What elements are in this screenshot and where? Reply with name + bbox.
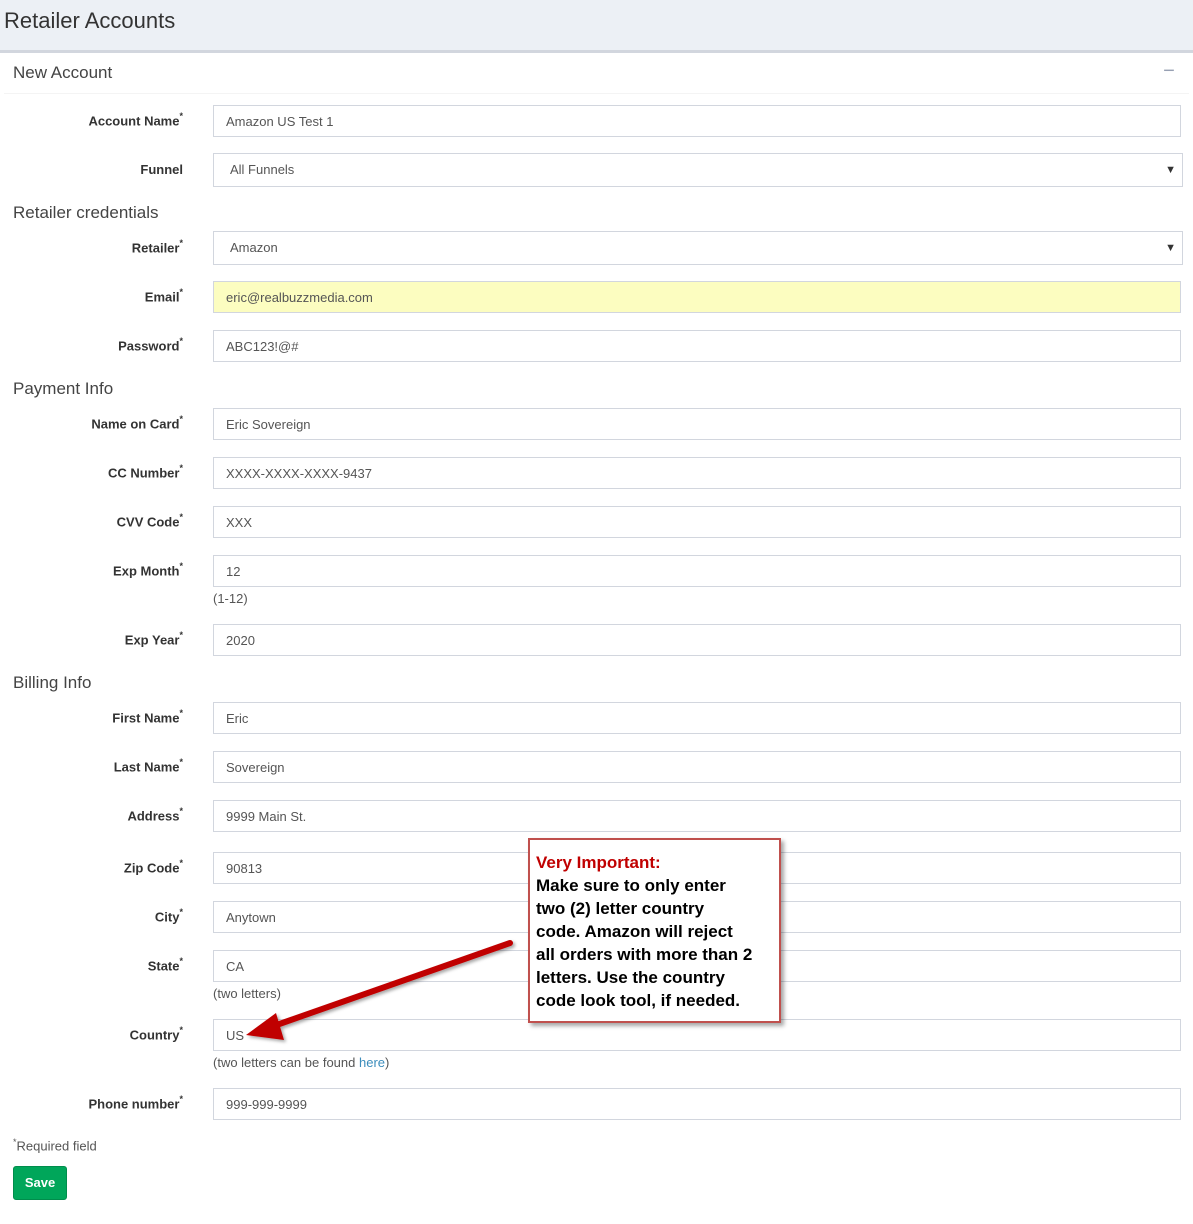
first-name-label: First Name* <box>112 708 183 726</box>
country-input[interactable] <box>213 1019 1181 1051</box>
phone-number-input[interactable] <box>213 1088 1181 1120</box>
phone-number-label: Phone number* <box>88 1094 183 1112</box>
last-name-input[interactable] <box>213 751 1181 783</box>
country-code-link[interactable]: here <box>359 1055 385 1070</box>
save-button[interactable]: Save <box>13 1166 67 1200</box>
retailer-select[interactable]: Amazon ▼ <box>213 231 1183 265</box>
exp-month-input[interactable] <box>213 555 1181 587</box>
callout-line: all orders with more than 2 <box>536 945 753 964</box>
cc-number-label: CC Number* <box>107 463 183 481</box>
cc-number-input[interactable] <box>213 457 1181 489</box>
name-on-card-input[interactable] <box>213 408 1181 440</box>
chevron-down-icon: ▼ <box>1165 164 1176 176</box>
country-help: (two letters can be found here) <box>213 1055 390 1070</box>
address-label: Address* <box>127 806 183 824</box>
country-label: Country* <box>129 1025 183 1043</box>
exp-month-help: (1-12) <box>213 591 248 606</box>
first-name-input[interactable] <box>213 702 1181 734</box>
zip-code-label: Zip Code* <box>123 858 183 876</box>
annotation-callout: Very Important: Make sure to only enter … <box>528 838 781 1023</box>
callout-line: letters. Use the country <box>536 968 725 987</box>
exp-year-input[interactable] <box>213 624 1181 656</box>
state-help: (two letters) <box>213 986 281 1001</box>
account-name-input[interactable] <box>213 105 1181 137</box>
account-name-label: Account Name* <box>88 111 183 129</box>
password-input[interactable] <box>213 330 1181 362</box>
page-header: Retailer Accounts <box>0 0 1193 53</box>
name-on-card-label: Name on Card* <box>91 414 183 432</box>
funnel-label: Funnel <box>140 162 183 177</box>
cvv-code-input[interactable] <box>213 506 1181 538</box>
callout-line: two (2) letter country <box>536 899 705 918</box>
address-input[interactable] <box>213 800 1181 832</box>
section-billing-info: Billing Info <box>13 673 92 692</box>
password-label: Password* <box>118 336 183 354</box>
state-label: State* <box>147 956 183 974</box>
exp-month-label: Exp Month* <box>113 561 183 579</box>
box-header: New Account − <box>4 53 1189 94</box>
cvv-code-label: CVV Code* <box>116 512 183 530</box>
retailer-label: Retailer* <box>131 238 183 256</box>
box-title: New Account <box>13 63 113 82</box>
last-name-label: Last Name* <box>113 757 183 775</box>
exp-year-label: Exp Year* <box>124 630 183 648</box>
city-label: City* <box>154 907 183 925</box>
email-input[interactable] <box>213 281 1181 313</box>
section-payment-info: Payment Info <box>13 379 114 398</box>
required-field-note: *Required field <box>13 1137 97 1154</box>
page-title: Retailer Accounts <box>4 8 176 33</box>
callout-line: Make sure to only enter <box>536 876 726 895</box>
chevron-down-icon: ▼ <box>1165 242 1176 254</box>
collapse-button[interactable]: − <box>1159 57 1179 83</box>
callout-heading: Very Important: <box>536 853 661 872</box>
section-retailer-credentials: Retailer credentials <box>13 203 159 222</box>
callout-line: code. Amazon will reject <box>536 922 733 941</box>
callout-line: code look tool, if needed. <box>536 991 741 1010</box>
email-label: Email* <box>144 287 183 305</box>
funnel-select[interactable]: All Funnels ▼ <box>213 153 1183 187</box>
